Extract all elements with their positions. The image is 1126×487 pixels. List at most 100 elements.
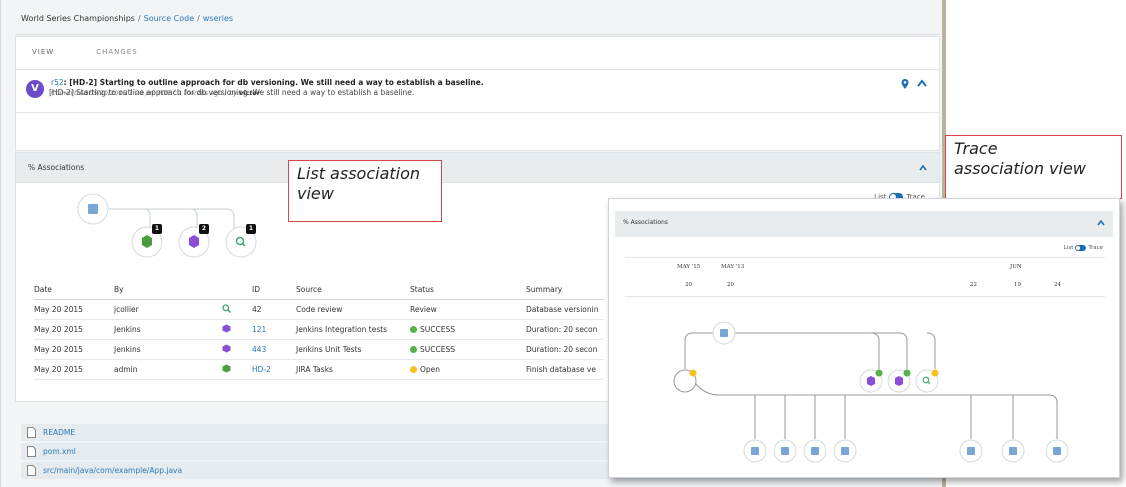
table-row[interactable]: May 20 2015 Jenkins 121 Jenkins Integrat…: [34, 319, 604, 340]
timeline-day: 24: [1054, 282, 1061, 288]
cell-source: Jenkins Unit Tests: [296, 339, 410, 360]
column-header[interactable]: Date: [34, 281, 114, 300]
map-pin-icon[interactable]: [901, 79, 909, 89]
cell-status: Open: [410, 359, 526, 380]
timeline-month: MAY '15: [677, 264, 701, 270]
commit-node-icon[interactable]: [967, 447, 975, 455]
commit-node-icon[interactable]: [811, 447, 819, 455]
associations-title-text: Associations: [37, 163, 85, 172]
cell-source: Jenkins Integration tests: [296, 319, 410, 340]
table-row[interactable]: May 20 2015 admin HD-2 JIRA Tasks Open F…: [34, 359, 604, 380]
tab-view[interactable]: VIEW: [32, 48, 54, 56]
inset-view-toggle[interactable]: List Trace: [1064, 245, 1103, 251]
callout-text: Trace: [954, 139, 998, 158]
breadcrumb-repo[interactable]: wseries: [203, 14, 233, 23]
column-header[interactable]: Source: [296, 281, 410, 300]
cell-status: SUCCESS: [410, 319, 526, 340]
file-name[interactable]: README: [43, 428, 75, 437]
cell-date: May 20 2015: [34, 359, 114, 380]
cell-summary: Finish database ve: [526, 359, 604, 380]
callout-text: view: [297, 184, 334, 203]
cell-id: 42: [252, 299, 296, 320]
list-trace-switch[interactable]: [1075, 245, 1087, 251]
breadcrumb-source-code[interactable]: Source Code: [144, 14, 195, 23]
associations-header[interactable]: % Associations: [16, 153, 939, 183]
commit-node-icon[interactable]: [751, 447, 759, 455]
timeline-day: 20: [685, 282, 692, 288]
link-icon: %: [623, 219, 629, 226]
trace-view-callout: Trace association view: [945, 135, 1122, 199]
callout-text: List association: [297, 164, 421, 183]
cell-source: Code review: [296, 299, 410, 320]
check-circle-icon: [410, 325, 417, 333]
file-name[interactable]: src/main/java/com/example/App.java: [43, 466, 182, 475]
badge-count: 1: [248, 225, 254, 232]
column-header[interactable]: By: [114, 281, 222, 300]
chevron-up-icon[interactable]: [917, 79, 927, 87]
chevron-up-icon[interactable]: [1097, 220, 1105, 226]
search-icon: [222, 299, 252, 320]
screenshot: World Series Championships / Source Code / w…: [0, 0, 1126, 487]
inset-associations-header[interactable]: % Associations: [615, 211, 1113, 237]
callout-text: association view: [954, 159, 1086, 178]
commit-title-text: : [HD-2] Starting to outline approach fo…: [63, 78, 484, 87]
breadcrumb: World Series Championships / Source Code / w…: [21, 14, 234, 23]
cell-source: JIRA Tasks: [296, 359, 410, 380]
breadcrumb-root[interactable]: World Series Championships: [21, 14, 135, 23]
commit-node-icon[interactable]: [781, 447, 789, 455]
toggle-trace-label: Trace: [1088, 245, 1103, 251]
cell-summary: Duration: 20 secon: [526, 319, 604, 340]
chevron-up-icon[interactable]: [919, 165, 927, 171]
cube-icon: [222, 319, 252, 340]
cell-id-link[interactable]: 121: [252, 319, 296, 340]
cube-icon[interactable]: [895, 376, 903, 386]
cell-id-link[interactable]: 443: [252, 339, 296, 360]
badge-count: 2: [201, 225, 207, 232]
timeline-day: 20: [727, 282, 734, 288]
column-header[interactable]: ID: [252, 281, 296, 300]
link-icon: %: [28, 163, 36, 172]
table-header-row: Date By ID Source Status Summary: [34, 281, 604, 300]
cell-by: Jenkins: [114, 339, 222, 360]
commit-node-icon[interactable]: [841, 447, 849, 455]
commit-node-icon[interactable]: [1009, 447, 1017, 455]
list-view-callout: List association view: [288, 160, 442, 222]
table-row[interactable]: May 20 2015 jcollier 42 Code review Revi…: [34, 299, 604, 320]
commit-message: [HD-2] Starting to outline approach for …: [49, 88, 415, 97]
commit-node-icon[interactable]: [88, 204, 98, 214]
cube-icon[interactable]: [867, 376, 875, 386]
inset-associations-title: % Associations: [623, 219, 668, 226]
cell-date: May 20 2015: [34, 339, 114, 360]
file-icon: [27, 427, 36, 438]
half-circle-icon: [410, 365, 417, 373]
badge-count: 1: [154, 225, 160, 232]
column-header[interactable]: Summary: [526, 281, 604, 300]
tab-bar: VIEW CHANGES: [32, 48, 180, 56]
column-header[interactable]: Status: [410, 281, 526, 300]
association-graph: [77, 193, 257, 258]
cell-status: Review: [410, 299, 526, 320]
file-name[interactable]: pom.xml: [43, 447, 76, 456]
commit-node-icon[interactable]: [1053, 447, 1061, 455]
timeline-month: MAY '13: [721, 264, 745, 270]
cell-id-link[interactable]: HD-2: [252, 359, 296, 380]
table-row[interactable]: May 20 2015 Jenkins 443 Jenkins Unit Tes…: [34, 339, 604, 360]
avatar: V: [26, 80, 44, 98]
check-circle-icon: [410, 345, 417, 353]
file-icon: [27, 465, 36, 476]
commit-node-icon[interactable]: [720, 329, 728, 337]
cell-summary: Database versionin: [526, 299, 604, 320]
commit-title: r52: [HD-2] Starting to outline approach…: [51, 78, 484, 87]
associations-title: % Associations: [28, 163, 84, 172]
cube-icon: [222, 339, 252, 360]
associations-table: Date By ID Source Status Summary May 20 …: [34, 281, 604, 380]
cell-by: admin: [114, 359, 222, 380]
file-icon: [27, 446, 36, 457]
cell-summary: Duration: 20 secon: [526, 339, 604, 360]
timeline-day: 22: [970, 282, 977, 288]
tab-changes[interactable]: CHANGES: [96, 48, 137, 56]
cell-date: May 20 2015: [34, 319, 114, 340]
status-text: SUCCESS: [420, 324, 455, 334]
trace-view-inset: % Associations List Trace MAY '15 MAY '13…: [608, 198, 1120, 478]
revision-link[interactable]: r52: [51, 78, 64, 87]
